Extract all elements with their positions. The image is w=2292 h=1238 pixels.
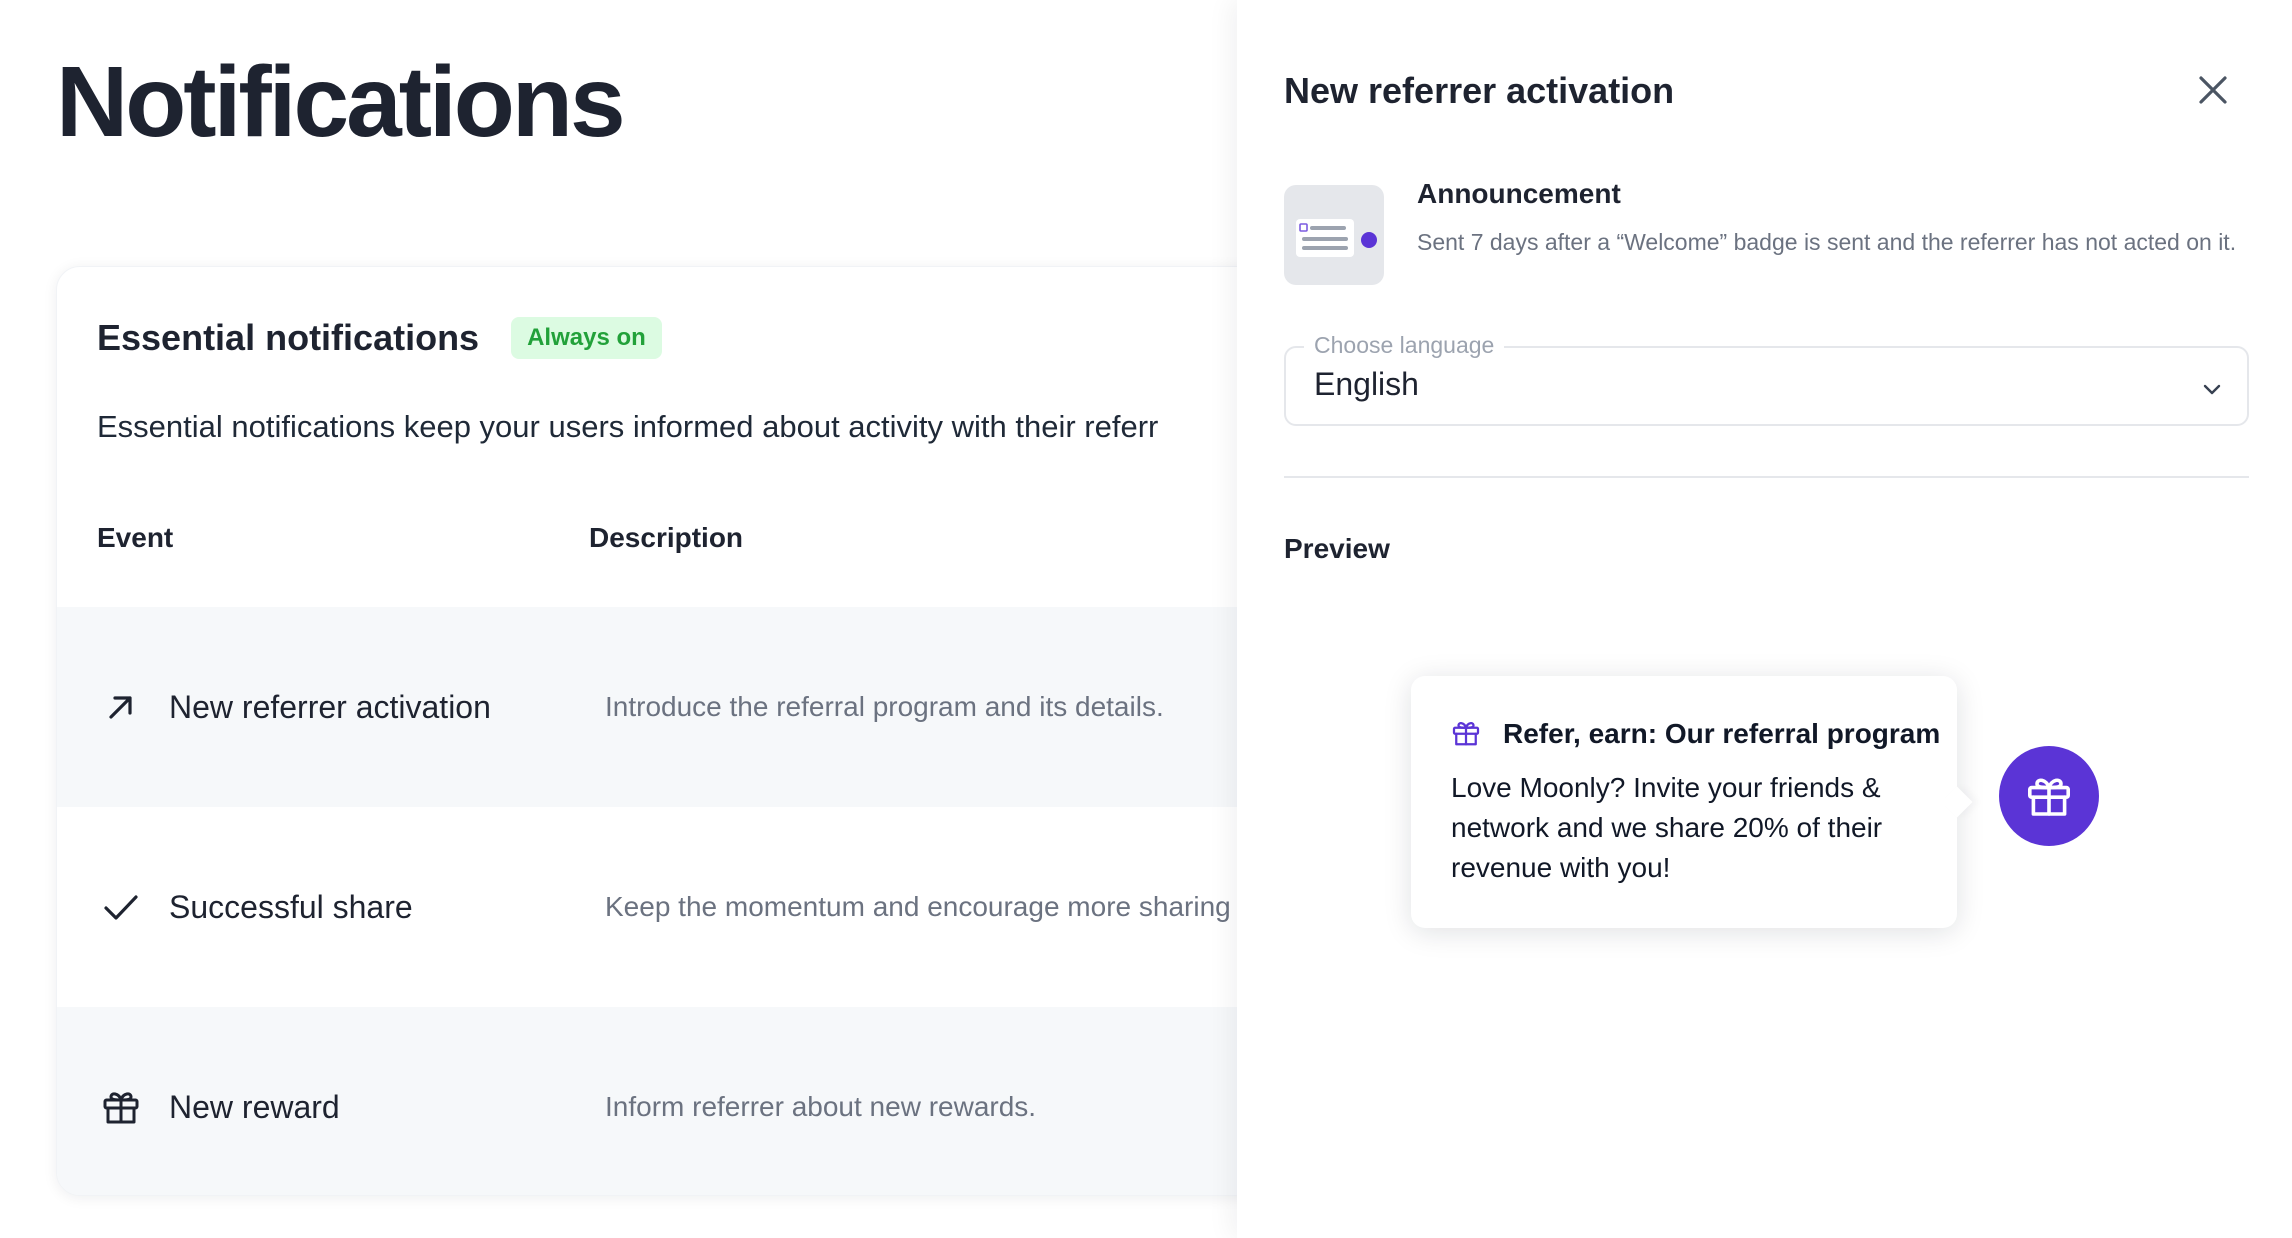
announcement-title: Announcement — [1417, 178, 1621, 209]
language-select-label: Choose language — [1304, 332, 1505, 359]
drawer-title: New referrer activation — [1284, 70, 1675, 111]
essential-notifications-card: Essential notifications Always on Essent… — [56, 266, 1346, 1196]
table-row-new-referrer-activation[interactable]: New referrer activation Introduce the re… — [57, 607, 1345, 807]
gift-icon — [2028, 778, 2070, 816]
row-label: New reward — [169, 1089, 340, 1125]
announcement-description: Sent 7 days after a “Welcome” badge is s… — [1417, 229, 2237, 255]
language-select-value: English — [1314, 366, 1419, 402]
referral-launcher-button[interactable] — [1999, 746, 2099, 846]
gift-icon — [103, 1092, 139, 1124]
announcement-icon — [1296, 219, 1377, 257]
row-description: Keep the momentum and encourage more sha… — [605, 891, 1231, 922]
card-title: Essential notifications — [97, 317, 480, 358]
row-description: Introduce the referral program and its d… — [605, 691, 1164, 722]
column-header-event: Event — [97, 522, 174, 553]
table-row-new-reward[interactable]: New reward Inform referrer about new rew… — [57, 1007, 1345, 1195]
row-label: Successful share — [169, 889, 413, 925]
row-label: New referrer activation — [169, 689, 491, 725]
always-on-badge: Always on — [511, 317, 662, 359]
page-title: Notifications — [56, 46, 626, 158]
arrow-up-right-icon — [109, 696, 132, 719]
table-row-successful-share[interactable]: Successful share Keep the momentum and e… — [57, 807, 1345, 1007]
card-description: Essential notifications keep your users … — [97, 409, 1159, 444]
gift-icon — [1452, 722, 1480, 746]
card-header: Essential notifications Always on — [97, 317, 662, 359]
popup-body: Love Moonly? Invite your friends & netwo… — [1451, 772, 1883, 883]
check-icon — [104, 895, 138, 920]
popup-title: Refer, earn: Our referral program — [1503, 718, 1941, 749]
divider — [1284, 476, 2249, 478]
row-description: Inform referrer about new rewards. — [605, 1091, 1037, 1122]
announcement-thumbnail — [1284, 185, 1384, 285]
preview-label: Preview — [1284, 533, 1390, 564]
close-icon[interactable] — [2193, 70, 2233, 110]
column-header-description: Description — [589, 522, 744, 553]
language-select[interactable]: Choose language English — [1284, 332, 2249, 426]
preview-popup: Refer, earn: Our referral program Love M… — [1411, 676, 1957, 928]
chevron-down-icon — [2203, 384, 2221, 395]
notification-detail-drawer: New referrer activation Announcement Sen… — [1237, 0, 2292, 1238]
